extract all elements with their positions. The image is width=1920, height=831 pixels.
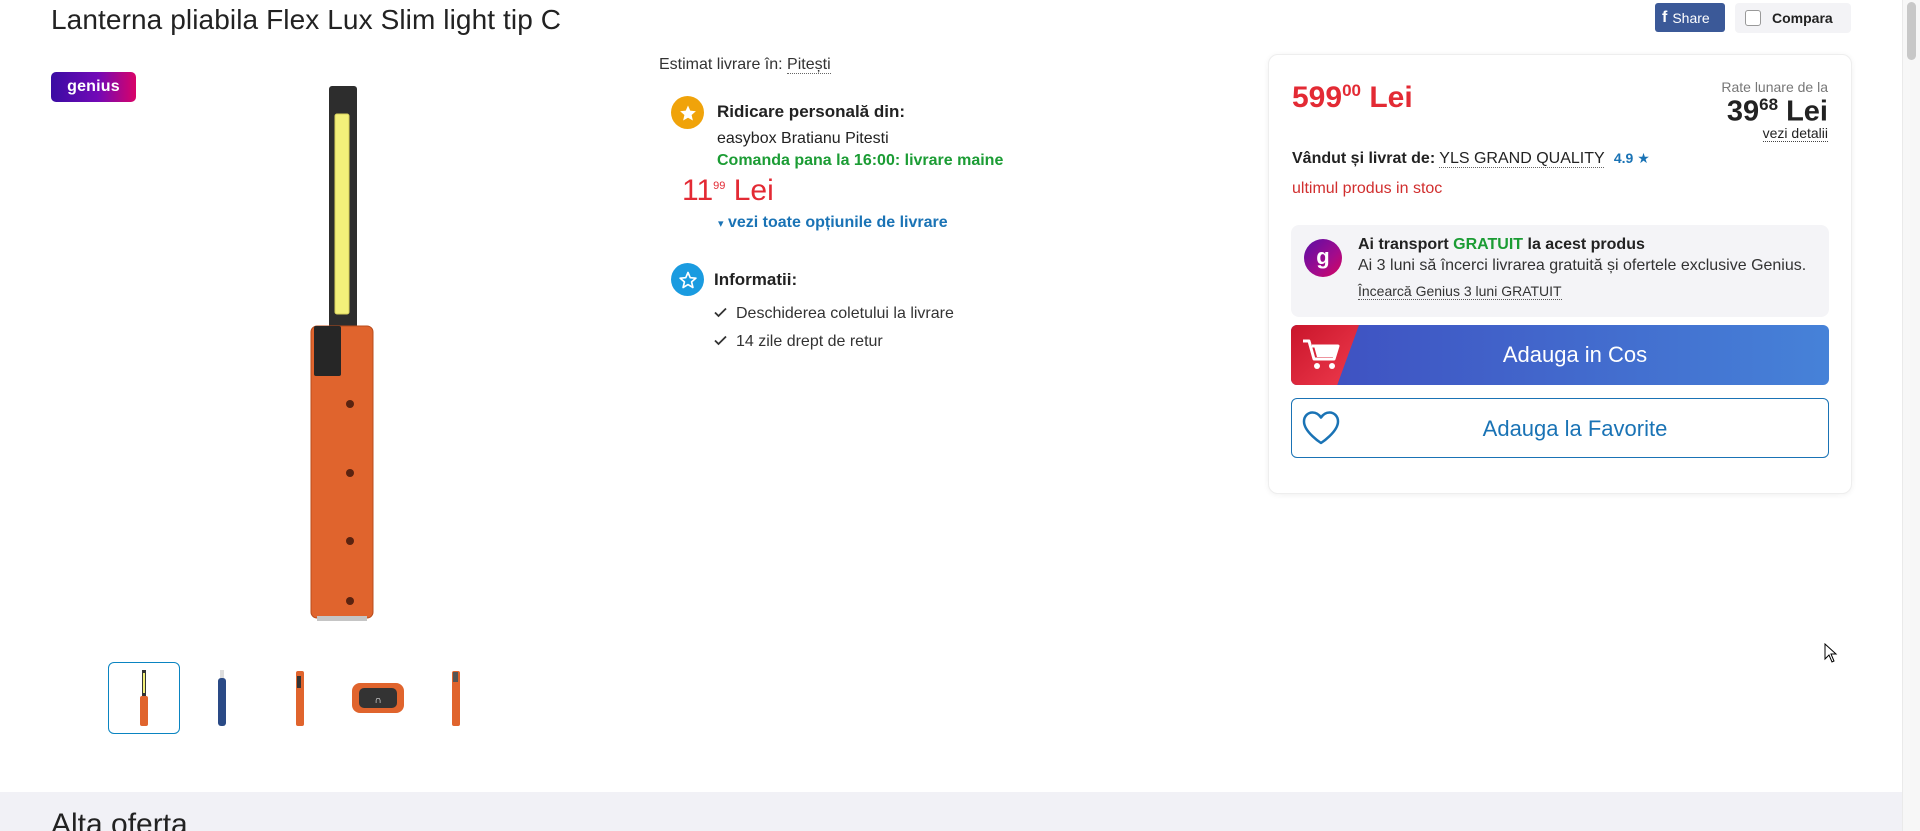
star-outline-icon [671,263,704,296]
thumbnail-3[interactable] [264,662,336,734]
scrollbar-thumb[interactable] [1907,2,1916,60]
facebook-icon: f [1662,8,1668,26]
genius-logo-icon: g [1304,239,1342,277]
seller-label: Vândut și livrat de: [1292,150,1436,167]
thumbnail-2[interactable] [186,662,258,734]
price-dec: 00 [1342,81,1361,100]
stock-status: ultimul produs in stoc [1292,180,1443,197]
price-currency: Lei [1369,81,1413,114]
genius-title-post: la acest produs [1527,236,1645,253]
add-to-favorites-button[interactable]: Adauga la Favorite [1291,398,1829,458]
checkmark-icon [714,305,727,323]
genius-title-pre: Ai transport [1358,236,1449,253]
pickup-price: 1199 Lei [682,174,774,208]
genius-promo: g Ai transport GRATUIT la acest produs A… [1291,225,1829,317]
add-to-favorites-label: Adauga la Favorite [1482,416,1668,441]
delivery-options-label: vezi toate opțiunile de livrare [727,214,948,231]
genius-promo-description: Ai 3 luni să încerci livrarea gratuită ș… [1358,257,1807,274]
pickup-price-dec: 99 [713,180,726,192]
info-title: Informatii: [714,270,798,289]
add-to-cart-button[interactable]: Adauga in Cos [1291,325,1829,385]
thumbnail-4[interactable]: ∩ [342,662,414,734]
caret-down-icon: ▾ [718,218,724,230]
other-offers-heading: Alta oferta [51,808,188,831]
thumbnail-1[interactable] [108,662,180,734]
price-int: 599 [1292,81,1343,114]
product-title: Lanterna pliabila Flex Lux Slim light ti… [51,4,562,35]
seller-rating: 4.9 ★ [1614,150,1650,166]
main-product-image[interactable] [300,86,390,621]
delivery-location-link[interactable]: Pitești [787,56,831,74]
pickup-deadline: Comanda pana la 16:00: livrare maine [717,152,1004,169]
rate-details-link[interactable]: vezi detalii [1762,125,1828,142]
genius-title-free: GRATUIT [1453,236,1524,253]
compare-toggle[interactable]: Compara [1735,3,1851,33]
pickup-location: easybox Bratianu Pitesti [717,130,889,147]
buy-box: 59900 Lei Rate lunare de la 3968 Lei vez… [1268,54,1852,494]
checkmark-icon [714,333,727,351]
other-offers-section: Alta oferta [0,792,1902,831]
delivery-estimate: Estimat livrare în: Pitești [659,56,1059,74]
page-scrollbar[interactable] [1902,0,1920,831]
pickup-title: Ridicare personală din: [717,102,905,121]
share-label: Share [1672,9,1710,26]
genius-badge: genius [51,72,136,102]
delivery-options-link[interactable]: ▾ vezi toate opțiunile de livrare [718,214,948,232]
delivery-section: Estimat livrare în: Pitești Ridicare per… [659,56,1059,350]
info-item-label: Deschiderea coletului la livrare [736,305,954,322]
info-item: 14 zile drept de retur [714,333,883,351]
star-icon [671,96,704,129]
rate-dec: 68 [1759,95,1779,114]
compare-label: Compara [1772,10,1833,26]
compare-checkbox[interactable] [1745,10,1761,26]
monthly-rate-value: 3968 Lei [1727,95,1828,129]
estimate-label: Estimat livrare în: [659,56,783,73]
info-item-label: 14 zile drept de retur [736,333,883,350]
star-icon: ★ [1637,150,1650,166]
genius-promo-title: Ai transport GRATUIT la acest produs [1358,236,1645,254]
pickup-currency: Lei [733,174,774,207]
rate-currency: Lei [1786,95,1828,128]
monthly-rate-label: Rate lunare de la [1721,79,1828,95]
product-price: 59900 Lei [1292,81,1413,115]
thumbnail-strip: ∩ [108,662,492,734]
svg-text:∩: ∩ [374,695,381,706]
facebook-share-button[interactable]: f Share [1655,3,1725,32]
seller-name-link[interactable]: YLS GRAND QUALITY [1439,150,1605,168]
rate-int: 39 [1726,95,1760,128]
pickup-price-int: 11 [682,174,714,207]
seller-rating-value: 4.9 [1613,150,1634,166]
thumbnail-5[interactable] [420,662,492,734]
seller-info: Vândut și livrat de: YLS GRAND QUALITY 4… [1292,150,1650,168]
info-item: Deschiderea coletului la livrare [714,305,954,323]
add-to-cart-label: Adauga in Cos [1502,342,1648,367]
mouse-cursor-icon [1824,642,1838,668]
genius-trial-link[interactable]: Încearcă Genius 3 luni GRATUIT [1358,283,1562,300]
